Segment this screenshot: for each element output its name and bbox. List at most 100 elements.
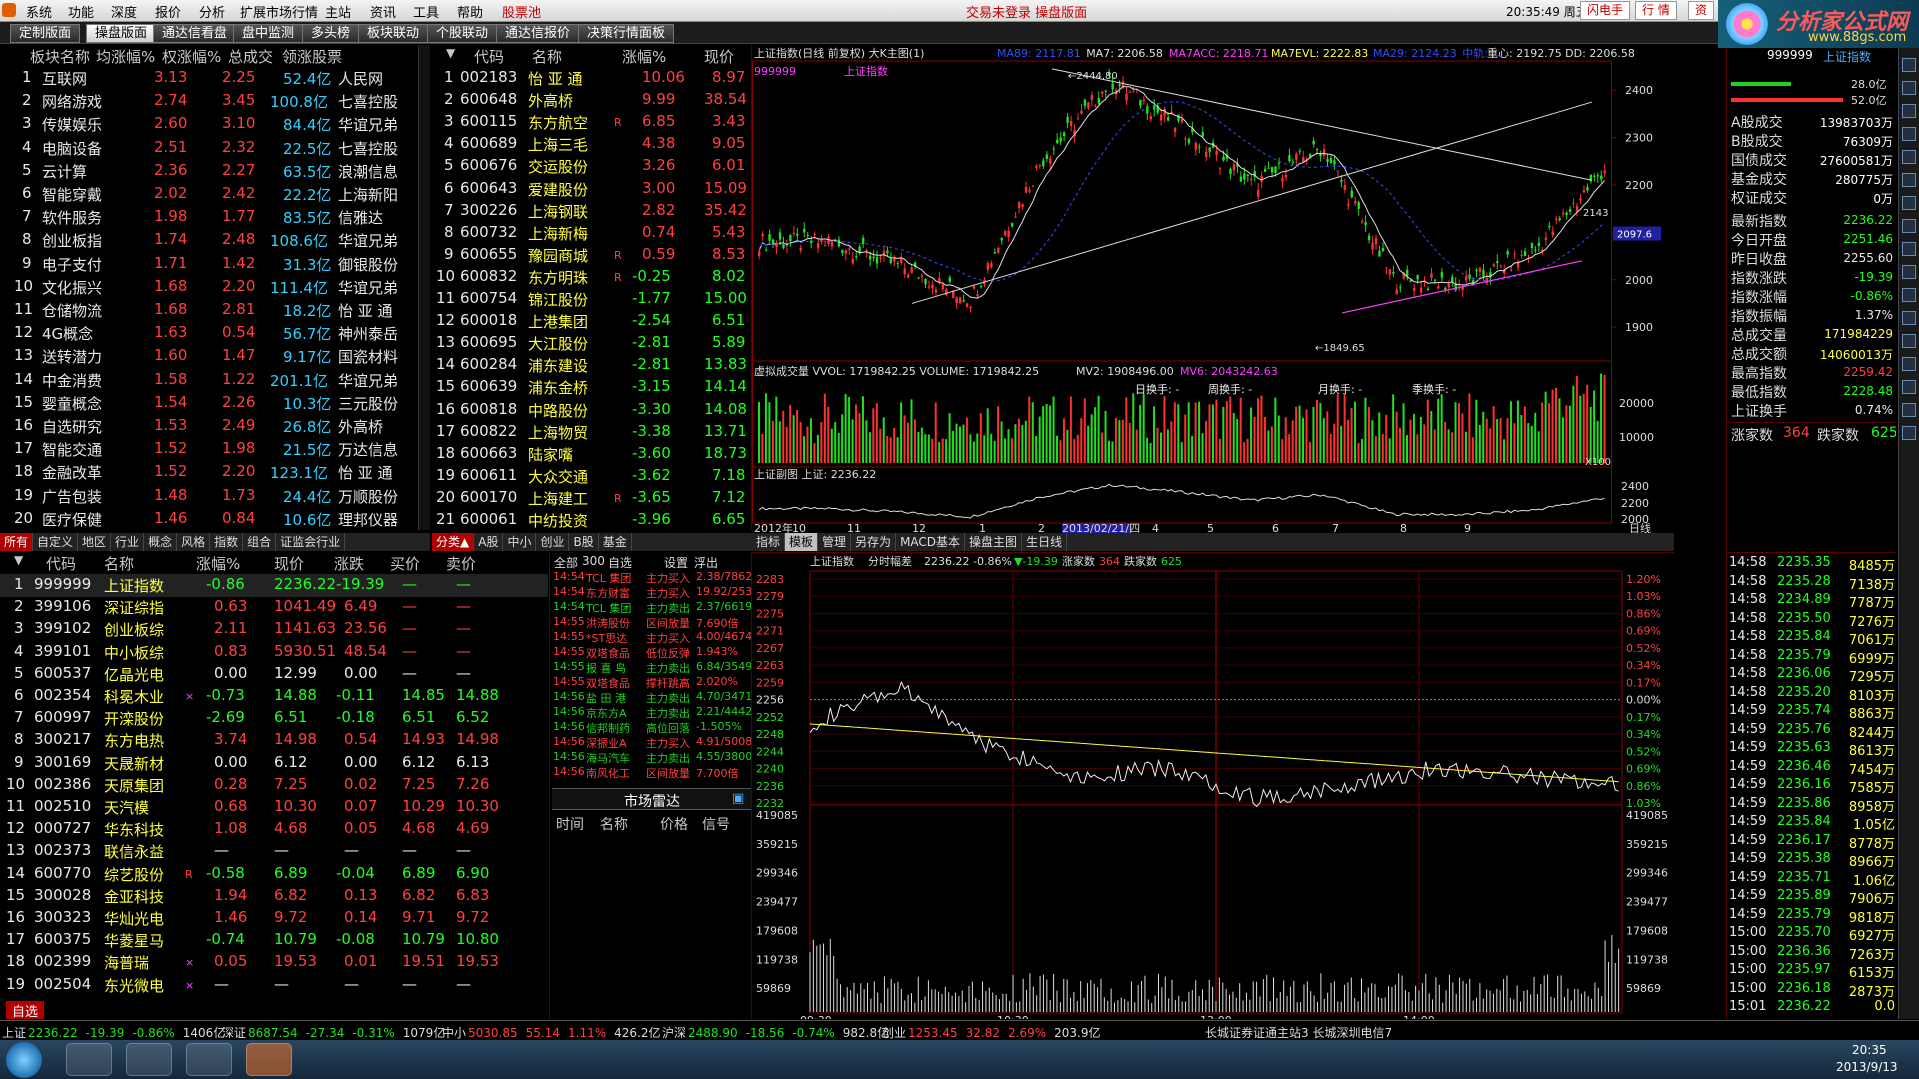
table-row[interactable]: 8 创业板指 1.74 2.48 108.6亿 华谊兄弟 (0, 229, 418, 252)
table-row[interactable]: 14 600770 综艺股份 R -0.58 6.89 -0.04 6.89 6.90 (0, 863, 548, 886)
star-icon[interactable] (1902, 334, 1916, 348)
table-row[interactable]: 12 600018 上港集团 -2.54 6.51 (432, 310, 750, 333)
kline-chart[interactable]: 上证指数(日线 前复权) 大K主图(1) MA89: 2117.81 MA7: 22… (752, 45, 1674, 533)
table-row[interactable]: 20 600170 上海建工 R -3.65 7.12 (432, 487, 750, 510)
info-button[interactable]: 资 (1688, 1, 1715, 20)
table-row[interactable]: 7 600997 开滦股份 -2.69 6.51 -0.18 6.51 6.52 (0, 707, 548, 730)
line-icon[interactable] (1902, 196, 1916, 210)
sort-arrow-icon[interactable]: ▼ (446, 46, 455, 60)
table-row[interactable]: 5 600537 亿晶光电 0.00 12.99 0.00 — — (0, 663, 548, 686)
monitor-tab-3[interactable]: 设置 (664, 554, 688, 571)
indicator-tab-2[interactable]: 管理 (818, 533, 852, 551)
bar-icon[interactable] (1902, 173, 1916, 187)
table-row[interactable]: 6 600643 爱建股份 3.00 15.09 (432, 178, 750, 201)
menu-stock-pool[interactable]: 股票池 (502, 2, 541, 21)
market-tab-4[interactable]: 概念 (144, 533, 178, 551)
intraday-chart[interactable]: 上证指数 分时幅差 2236.22 -0.86% ▼-19.39 涨家数 364 跌家数 62… (752, 553, 1674, 1019)
target-icon[interactable] (1902, 311, 1916, 325)
table-row[interactable]: 6 002354 科冕木业 × -0.73 14.88 -0.11 14.85 14.88 (0, 685, 548, 708)
export-icon[interactable] (1902, 380, 1916, 394)
column-header[interactable]: 领涨股票 (282, 46, 342, 67)
chart-icon[interactable] (1902, 104, 1916, 118)
table-row[interactable]: 18 002399 海普瑞 × 0.05 19.53 0.01 19.51 19.53 (0, 951, 548, 974)
table-row[interactable]: 11 002510 天汽模 0.68 10.30 0.07 10.29 10.30 (0, 796, 548, 819)
column-header[interactable]: 涨幅% (196, 553, 240, 574)
monitor-item[interactable]: 14:56 深振业A 主力买入 4.91/5008 (552, 735, 751, 750)
table-row[interactable]: 4 电脑设备 2.51 2.32 22.5亿 七喜控股 (0, 137, 418, 160)
quote-button[interactable]: 行 情 (1635, 1, 1677, 20)
tab-long-list[interactable]: 多头榜 (302, 24, 360, 43)
table-row[interactable]: 7 300226 上海钢联 2.82 35.42 (432, 200, 750, 223)
tab-decision-panel[interactable]: 决策行情面板 (578, 24, 675, 43)
table-row[interactable]: 1 互联网 3.13 2.25 52.4亿 人民网 (0, 67, 418, 90)
monitor-item[interactable]: 14:54 TCL 集团 主力卖出 2.37/6619 (552, 600, 751, 615)
radar-column-header[interactable]: 时间 (556, 814, 584, 834)
table-row[interactable]: 8 300217 东方电热 3.74 14.98 0.54 14.93 14.98 (0, 729, 548, 752)
menu-tools[interactable]: 工具 (413, 2, 439, 21)
table-row[interactable]: 10 文化振兴 1.68 2.20 111.4亿 华谊兄弟 (0, 276, 418, 299)
column-header[interactable]: 名称 (104, 553, 134, 574)
table-row[interactable]: 2 399106 深证综指 0.63 1041.49 6.49 — — (0, 596, 548, 619)
table-row[interactable]: 17 600822 上海物贸 -3.38 13.71 (432, 421, 750, 444)
column-header[interactable]: 均涨幅% (96, 46, 155, 67)
indicator-tab-4[interactable]: MACD基本 (896, 533, 966, 551)
app-icon[interactable] (2, 3, 16, 17)
radar-column-header[interactable]: 信号 (702, 814, 730, 834)
pencil-icon[interactable] (1902, 426, 1916, 440)
table-row[interactable]: 4 399101 中小板综 0.83 5930.51 48.54 — — (0, 641, 548, 664)
tab-sector-link[interactable]: 板块联动 (358, 24, 429, 43)
rank-tab-0[interactable]: 分类▲ (432, 533, 475, 551)
table-row[interactable]: 19 002504 东光微电 × — — — — — (0, 974, 548, 997)
indicator-tab-5[interactable]: 操盘主图 (965, 533, 1023, 551)
table-row[interactable]: 10 600832 东方明珠 R -0.25 8.02 (432, 266, 750, 289)
table-row[interactable]: 17 600375 华菱星马 -0.74 10.79 -0.08 10.79 10.80 (0, 929, 548, 952)
menu-ext-market[interactable]: 扩展市场行情 (240, 2, 318, 21)
table-row[interactable]: 5 云计算 2.36 2.27 63.5亿 浪潮信息 (0, 160, 418, 183)
tab-trading-layout[interactable]: 操盘版面 (86, 24, 157, 43)
table-row[interactable]: 17 智能交通 1.52 1.98 21.5亿 万达信息 (0, 438, 418, 461)
table-row[interactable]: 7 软件服务 1.98 1.77 83.5亿 信雅达 (0, 206, 418, 229)
column-header[interactable]: 总成交 (228, 46, 273, 67)
table-row[interactable]: 11 600754 锦江股份 -1.77 15.00 (432, 288, 750, 311)
flash-trade-button[interactable]: 闪电手 (1580, 1, 1631, 20)
menu-help[interactable]: 帮助 (457, 2, 483, 21)
indicator-tab-6[interactable]: 生日线 (1022, 533, 1068, 551)
table-row[interactable]: 6 智能穿戴 2.02 2.42 22.2亿 上海新阳 (0, 183, 418, 206)
table-row[interactable]: 16 自选研究 1.53 2.49 26.8亿 外高桥 (0, 415, 418, 438)
import-icon[interactable] (1902, 403, 1916, 417)
table-row[interactable]: 9 电子支付 1.71 1.42 31.3亿 御银股份 (0, 253, 418, 276)
list-icon[interactable] (1902, 127, 1916, 141)
table-row[interactable]: 13 送转潜力 1.60 1.47 9.17亿 国瓷材料 (0, 345, 418, 368)
monitor-item[interactable]: 14:56 信邦制药 高位回落 -1.505% (552, 720, 751, 735)
menu-depth[interactable]: 深度 (111, 2, 137, 21)
market-tab-6[interactable]: 指数 (210, 533, 244, 551)
menu-analysis[interactable]: 分析 (199, 2, 225, 21)
tab-tdx-quote[interactable]: 通达信报价 (496, 24, 580, 43)
compass-icon[interactable] (1902, 288, 1916, 302)
menu-mainsite[interactable]: 主站 (325, 2, 351, 21)
tab-intraday-monitor[interactable]: 盘中监测 (233, 24, 304, 43)
monitor-item[interactable]: 14:54 TCL 集团 主力买入 2.38/7862 (552, 570, 751, 585)
monitor-tab-4[interactable]: 浮出 (694, 554, 718, 571)
monitor-item[interactable]: 14:55 洪涛股份 区间放量 7.690倍 (552, 615, 751, 630)
grid-icon[interactable] (1902, 150, 1916, 164)
monitor-tab-2[interactable]: 自选 (608, 554, 632, 571)
table-row[interactable]: 3 399102 创业板综 2.11 1141.63 23.56 — — (0, 618, 548, 641)
column-header[interactable]: 代码 (46, 553, 76, 574)
tab-custom-layout[interactable]: 定制版面 (10, 24, 81, 43)
menu-function[interactable]: 功能 (68, 2, 94, 21)
rank-tab-3[interactable]: 创业 (536, 533, 570, 551)
monitor-item[interactable]: 14:56 京东方A 主力卖出 2.21/4442 (552, 705, 751, 720)
monitor-tab-1[interactable]: 300 (582, 554, 605, 568)
sector-scrollbar[interactable] (418, 45, 430, 530)
rank-tab-1[interactable]: A股 (474, 533, 504, 551)
monitor-item[interactable]: 14:55 报 喜 鸟 主力卖出 6.84/3549 (552, 660, 751, 675)
table-row[interactable]: 1 999999 上证指数 -0.86 2236.22 -19.39 — — (0, 574, 548, 597)
indicator-tab-0[interactable]: 指标 (752, 533, 786, 551)
monitor-tab-0[interactable]: 全部 (554, 554, 578, 571)
table-row[interactable]: 16 600818 中路股份 -3.30 14.08 (432, 399, 750, 422)
table-row[interactable]: 3 传媒娱乐 2.60 3.10 84.4亿 华谊兄弟 (0, 113, 418, 136)
menu-news[interactable]: 资讯 (370, 2, 396, 21)
table-row[interactable]: 21 600061 中纺投资 -3.96 6.65 (432, 509, 750, 530)
calc-icon[interactable] (1902, 219, 1916, 233)
